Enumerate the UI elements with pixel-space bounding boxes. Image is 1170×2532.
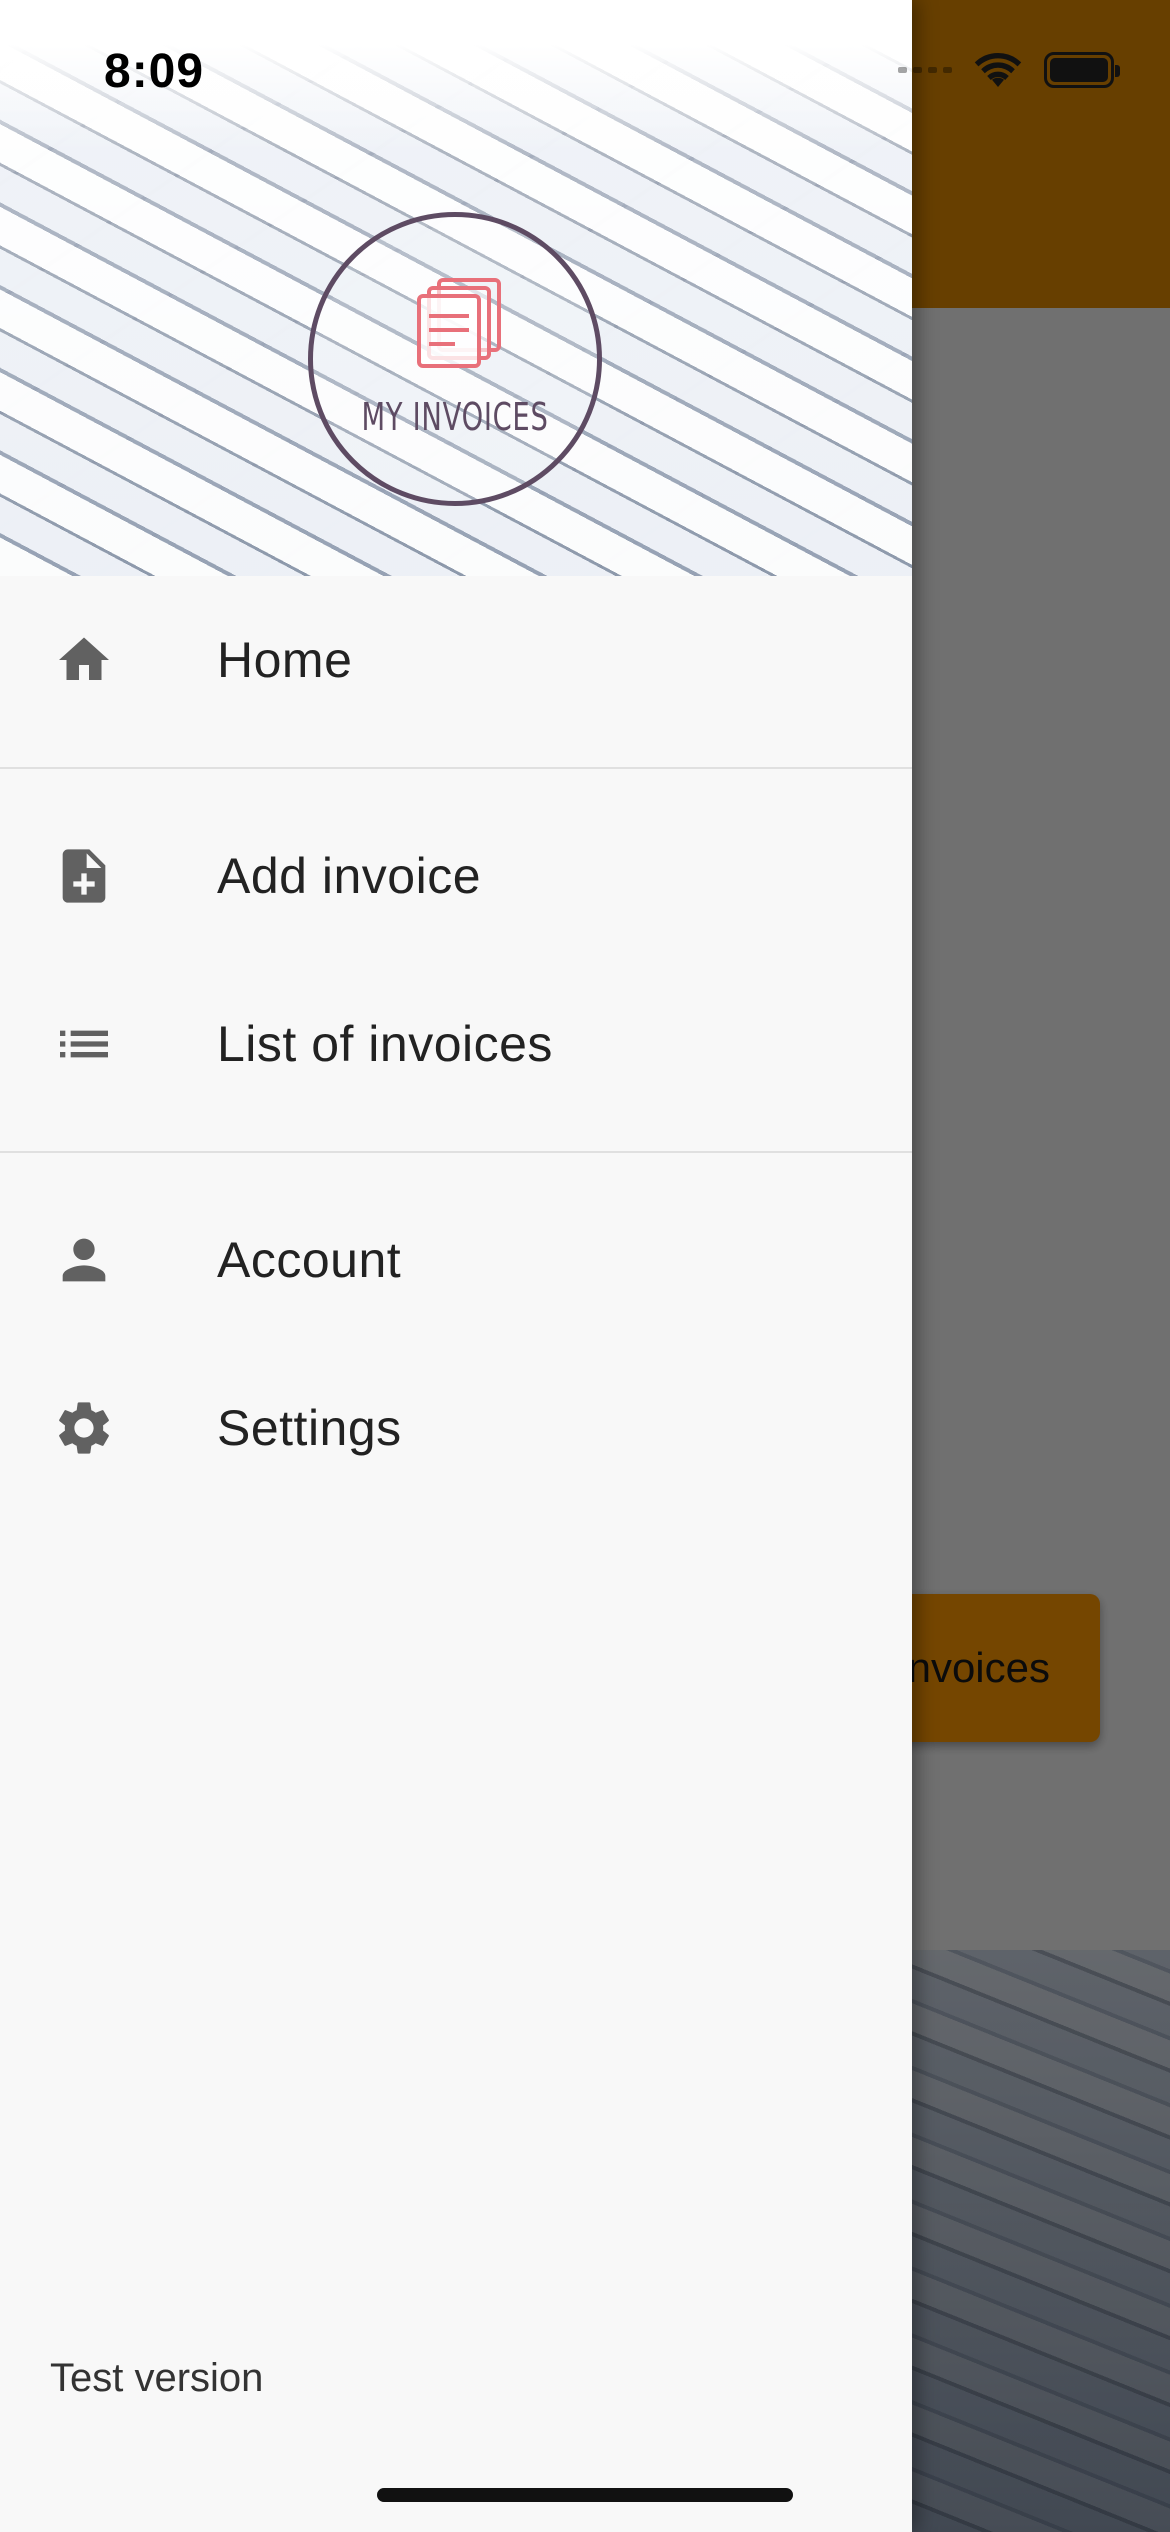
menu-item-label: Account — [217, 1232, 402, 1288]
home-indicator[interactable] — [377, 2488, 793, 2502]
home-icon — [52, 628, 116, 692]
menu-item-list-of-invoices[interactable]: List of invoices — [0, 960, 912, 1128]
logo-text: MY INVOICES — [361, 395, 549, 439]
app-logo: MY INVOICES — [308, 212, 602, 506]
navigation-drawer: MY INVOICES Home Add invoice List of inv… — [0, 0, 912, 2532]
menu-divider — [0, 767, 912, 769]
invoice-stack-icon — [417, 278, 501, 368]
menu-divider — [0, 1151, 912, 1153]
list-icon — [52, 1012, 116, 1076]
version-label: Test version — [50, 2356, 264, 2400]
menu-item-label: List of invoices — [217, 1016, 553, 1072]
menu-item-home[interactable]: Home — [0, 576, 912, 744]
drawer-menu: Home Add invoice List of invoices Accoun… — [0, 576, 912, 1512]
drawer-header: MY INVOICES — [0, 0, 912, 576]
menu-item-settings[interactable]: Settings — [0, 1344, 912, 1512]
menu-item-add-invoice[interactable]: Add invoice — [0, 792, 912, 960]
menu-item-account[interactable]: Account — [0, 1176, 912, 1344]
gear-icon — [52, 1396, 116, 1460]
menu-item-label: Settings — [217, 1400, 402, 1456]
menu-item-label: Add invoice — [217, 848, 481, 904]
menu-item-label: Home — [217, 632, 353, 688]
person-icon — [52, 1228, 116, 1292]
add-document-icon — [52, 844, 116, 908]
